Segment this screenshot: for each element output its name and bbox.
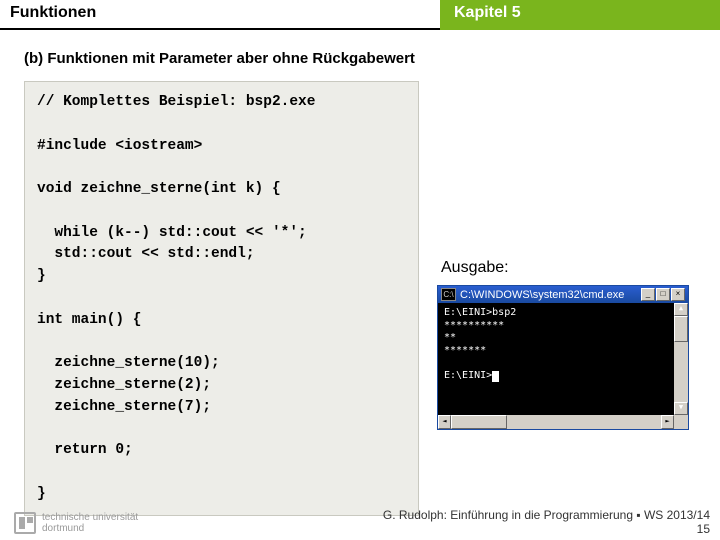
scroll-down-icon[interactable]: ▼ (674, 402, 688, 415)
console-titlebar[interactable]: C:\ C:\WINDOWS\system32\cmd.exe _ □ × (438, 286, 688, 303)
close-button[interactable]: × (671, 288, 685, 301)
scroll-thumb[interactable] (674, 316, 688, 342)
section-subtitle: (b) Funktionen mit Parameter aber ohne R… (24, 50, 696, 67)
header-chapter: Kapitel 5 (440, 0, 720, 30)
scroll-up-icon[interactable]: ▲ (674, 303, 688, 316)
resize-grip-icon[interactable] (674, 415, 688, 429)
slide-footer: G. Rudolph: Einführung in die Programmie… (0, 508, 710, 536)
horizontal-scrollbar[interactable]: ◄ ► (438, 415, 688, 429)
slide-content: (b) Funktionen mit Parameter aber ohne R… (0, 30, 720, 524)
footer-attribution: G. Rudolph: Einführung in die Programmie… (0, 508, 710, 522)
console-title-text: C:\WINDOWS\system32\cmd.exe (460, 289, 641, 301)
console-icon: C:\ (441, 288, 456, 301)
cursor-icon (492, 371, 499, 382)
minimize-button[interactable]: _ (641, 288, 655, 301)
scroll-right-icon[interactable]: ► (661, 415, 674, 429)
vertical-scrollbar[interactable]: ▲ ▼ (674, 303, 688, 415)
maximize-button[interactable]: □ (656, 288, 670, 301)
output-label: Ausgabe: (437, 259, 689, 277)
console-window: C:\ C:\WINDOWS\system32\cmd.exe _ □ × E:… (437, 285, 689, 430)
hscroll-thumb[interactable] (451, 415, 507, 429)
header-left-title: Funktionen (0, 0, 440, 30)
page-number: 15 (0, 522, 710, 536)
console-output: E:\EINI>bsp2 ********** ** ******* E:\EI… (438, 303, 688, 415)
scroll-left-icon[interactable]: ◄ (438, 415, 451, 429)
slide-header: Funktionen Kapitel 5 (0, 0, 720, 30)
code-example: // Komplettes Beispiel: bsp2.exe #includ… (24, 81, 419, 516)
